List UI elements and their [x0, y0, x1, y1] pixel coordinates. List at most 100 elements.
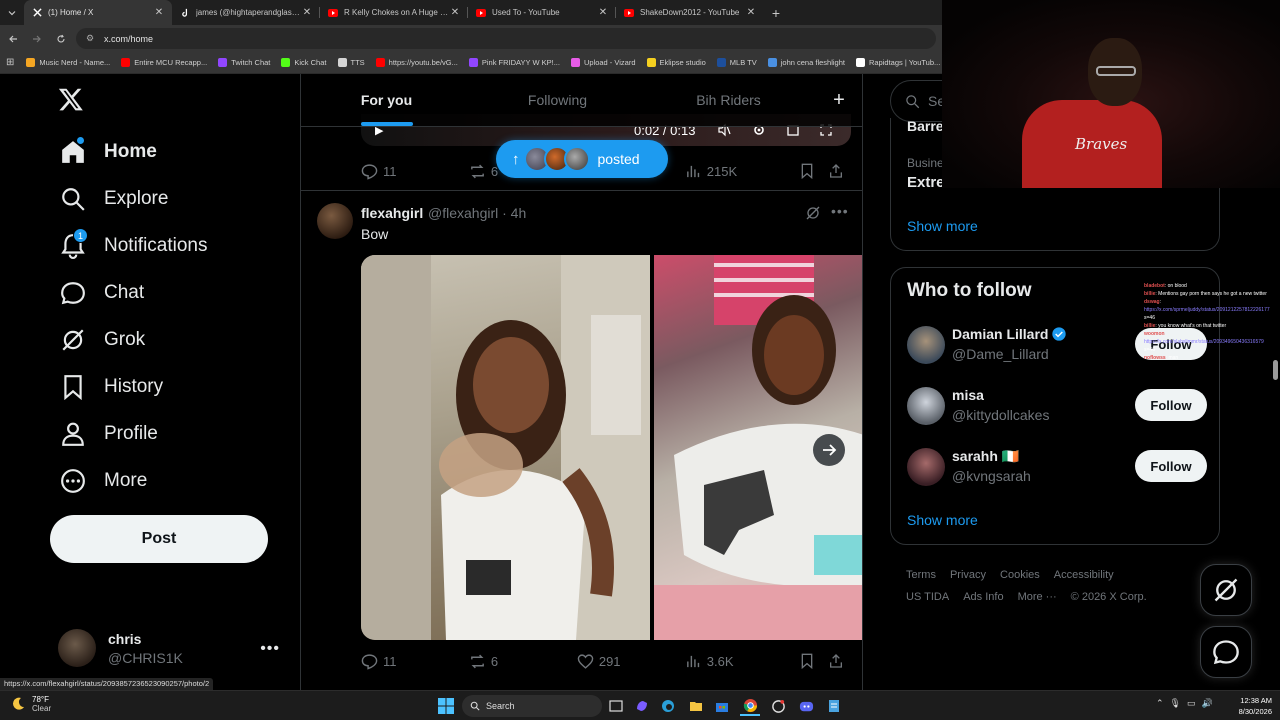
nav-more[interactable]: More	[60, 461, 147, 501]
share-button[interactable]	[828, 653, 849, 669]
repost-button[interactable]: 6	[469, 653, 577, 670]
show-more-link[interactable]: Show more	[907, 512, 978, 528]
tab-search-button[interactable]	[0, 0, 24, 25]
nav-chat[interactable]: Chat	[60, 273, 144, 313]
nav-explore[interactable]: Explore	[60, 179, 168, 219]
footer-cookies-link[interactable]: Cookies	[1000, 569, 1040, 581]
bookmark-item[interactable]: Upload - Vizard	[570, 58, 636, 67]
weather-widget[interactable]: 78°F Clear	[10, 695, 51, 713]
reply-button[interactable]: 11	[361, 653, 469, 670]
browser-tab[interactable]: (1) Home / X ✕	[24, 0, 172, 25]
trend-name[interactable]: Barre	[907, 118, 944, 134]
avatar[interactable]	[907, 387, 945, 425]
bookmark-item[interactable]: Music Nerd - Name...	[26, 58, 110, 67]
clock[interactable]: 12:38 AM 8/30/2026	[1239, 695, 1272, 717]
avatar[interactable]	[907, 448, 945, 486]
app-icon[interactable]	[768, 696, 788, 716]
windows-start-icon[interactable]	[436, 696, 456, 716]
bookmark-item[interactable]: MLB TV	[716, 58, 757, 67]
tweet-photo[interactable]	[361, 255, 650, 640]
trend-name[interactable]: Extre	[907, 174, 945, 191]
forward-button[interactable]	[26, 28, 48, 50]
bookmark-item[interactable]: TTS	[337, 58, 365, 67]
close-icon[interactable]: ✕	[154, 7, 164, 18]
nav-notifications[interactable]: 1 Notifications	[60, 226, 208, 266]
post-button[interactable]: Post	[50, 515, 268, 563]
chrome-icon[interactable]	[740, 696, 760, 716]
browser-tab[interactable]: ShakeDown2012 - YouTube ✕	[616, 0, 764, 25]
reload-button[interactable]	[50, 28, 72, 50]
bookmark-item[interactable]: Eklipse studio	[646, 58, 706, 67]
file-explorer-icon[interactable]	[686, 696, 706, 716]
suggestion-name[interactable]: Damian Lillard	[952, 326, 1067, 342]
share-button[interactable]	[828, 163, 849, 179]
avatar[interactable]	[317, 203, 353, 239]
like-button[interactable]: 291	[577, 653, 685, 670]
footer-privacy-link[interactable]: Privacy	[950, 569, 986, 581]
nav-grok[interactable]: Grok	[60, 320, 145, 360]
grok-float-button[interactable]	[1200, 564, 1252, 616]
microphone-icon[interactable]: 🎙	[1170, 698, 1181, 709]
notepad-icon[interactable]	[824, 696, 844, 716]
bookmark-item[interactable]: https://youtu.be/vG...	[375, 58, 458, 67]
chevron-up-icon[interactable]: ⌃	[1156, 698, 1164, 709]
x-logo-icon[interactable]	[58, 86, 90, 118]
nav-profile[interactable]: Profile	[60, 414, 158, 454]
author-name[interactable]: flexahgirl	[361, 205, 423, 221]
copilot-icon[interactable]	[632, 696, 652, 716]
footer-ustida-link[interactable]: US TIDA	[906, 591, 949, 603]
edge-icon[interactable]	[658, 696, 678, 716]
bookmark-item[interactable]: john cena fleshlight	[767, 58, 845, 67]
bookmark-item[interactable]: Kick Chat	[281, 58, 327, 67]
views-button[interactable]: 215K	[685, 163, 799, 180]
footer-terms-link[interactable]: Terms	[906, 569, 936, 581]
close-icon[interactable]: ✕	[746, 7, 756, 18]
tab-for-you[interactable]: For you	[301, 74, 472, 126]
follow-suggestion[interactable]: misa @kittydollcakes Follow	[907, 385, 1207, 429]
apps-grid-icon[interactable]: ⊞	[6, 57, 14, 68]
close-icon[interactable]: ✕	[598, 7, 608, 18]
store-icon[interactable]	[712, 696, 732, 716]
follow-button[interactable]: Follow	[1135, 389, 1207, 421]
browser-tab[interactable]: R Kelly Chokes on A Huge Ciga ✕	[320, 0, 468, 25]
views-button[interactable]: 3.6K	[685, 653, 799, 670]
nav-history[interactable]: History	[60, 367, 163, 407]
browser-tab[interactable]: james (@hightaperandglasses) ✕	[172, 0, 320, 25]
avatar[interactable]	[907, 326, 945, 364]
bookmark-item[interactable]: Twitch Chat	[218, 58, 270, 67]
bookmark-item[interactable]: Rapidtags | YouTub...	[855, 58, 940, 67]
footer-more-link[interactable]: More ···	[1018, 591, 1057, 603]
tweet[interactable]: flexahgirl @flexahgirl · 4h ••• Bow 11 6…	[301, 190, 862, 690]
bookmark-button[interactable]	[799, 653, 828, 669]
follow-button[interactable]: Follow	[1135, 450, 1207, 482]
follow-suggestion[interactable]: sarahh 🇮🇪 @kvngsarah Follow	[907, 446, 1207, 490]
footer-ads-info-link[interactable]: Ads Info	[963, 591, 1003, 603]
grok-icon[interactable]	[805, 205, 821, 221]
next-photo-button[interactable]	[813, 434, 845, 466]
taskbar-search[interactable]: Search	[462, 695, 602, 717]
show-more-link[interactable]: Show more	[907, 218, 978, 234]
tab-bih-riders[interactable]: Bih Riders	[643, 74, 814, 126]
back-button[interactable]	[2, 28, 24, 50]
site-info-icon[interactable]: ⚙	[86, 33, 98, 44]
bookmark-item[interactable]: Pink FRIDAYY W KP!...	[468, 58, 560, 67]
bookmark-button[interactable]	[799, 163, 828, 179]
close-icon[interactable]: ✕	[450, 7, 460, 18]
bookmark-item[interactable]: Entire MCU Recapp...	[121, 58, 207, 67]
more-horizontal-icon[interactable]: •••	[260, 640, 280, 658]
close-icon[interactable]: ✕	[302, 7, 312, 18]
address-bar[interactable]: ⚙ x.com/home	[76, 28, 936, 49]
discord-icon[interactable]	[796, 696, 816, 716]
author-handle[interactable]: @flexahgirl · 4h	[428, 205, 526, 221]
account-switcher[interactable]: chris @CHRIS1K •••	[58, 626, 288, 670]
new-posts-pill[interactable]: ↑ posted	[496, 140, 668, 178]
tab-following[interactable]: Following	[472, 74, 643, 126]
network-icon[interactable]: ▭	[1187, 698, 1196, 709]
new-tab-button[interactable]: +	[764, 0, 788, 25]
suggestion-name[interactable]: sarahh 🇮🇪	[952, 448, 1019, 465]
scrollbar-thumb[interactable]	[1273, 360, 1278, 380]
volume-icon[interactable]: 🔊	[1202, 698, 1213, 709]
reply-button[interactable]: 11	[361, 163, 469, 180]
browser-tab[interactable]: Used To - YouTube ✕	[468, 0, 616, 25]
messages-float-button[interactable]	[1200, 626, 1252, 678]
